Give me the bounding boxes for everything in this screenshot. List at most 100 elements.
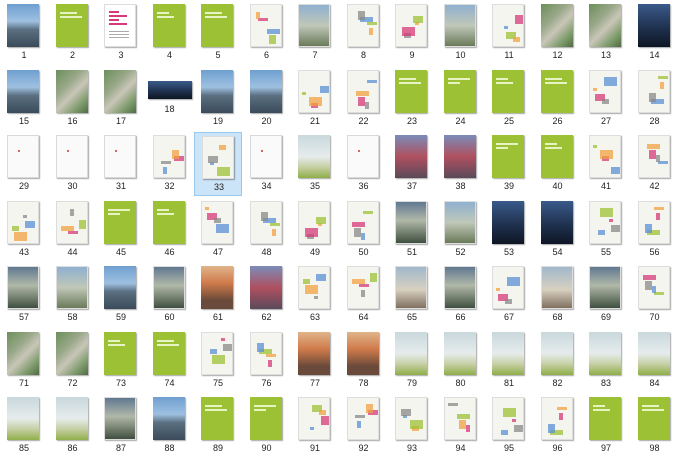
page-thumbnail[interactable]: 93 (388, 394, 436, 458)
page-thumbnail[interactable]: 91 (291, 394, 339, 458)
page-thumbnail[interactable]: 56 (631, 198, 679, 262)
page-thumbnail[interactable]: 41 (582, 132, 630, 196)
page-thumbnail[interactable]: 57 (0, 263, 48, 327)
page-thumbnail[interactable]: 76 (243, 329, 291, 393)
page-thumbnail[interactable]: 19 (194, 67, 242, 131)
page-thumbnail[interactable]: 28 (631, 67, 679, 131)
page-thumbnail[interactable]: 68 (534, 263, 582, 327)
page-thumbnail[interactable]: 60 (146, 263, 194, 327)
page-thumbnail[interactable]: 17 (97, 67, 145, 131)
page-thumbnail[interactable]: 11 (485, 1, 533, 65)
page-thumbnail[interactable]: 92 (340, 394, 388, 458)
page-thumbnail[interactable]: 61 (194, 263, 242, 327)
page-thumbnail[interactable]: 73 (97, 329, 145, 393)
page-thumbnail[interactable]: 22 (340, 67, 388, 131)
page-thumbnail[interactable]: 48 (243, 198, 291, 262)
page-thumbnail[interactable]: 64 (340, 263, 388, 327)
page-thumbnail[interactable]: 95 (485, 394, 533, 458)
page-thumbnail[interactable]: 10 (437, 1, 485, 65)
page-thumbnail[interactable]: 66 (437, 263, 485, 327)
page-thumbnail[interactable]: 1 (0, 1, 48, 65)
page-thumbnail[interactable]: 89 (194, 394, 242, 458)
page-thumbnail[interactable]: 84 (631, 329, 679, 393)
page-thumbnail[interactable]: 72 (49, 329, 97, 393)
page-thumbnail[interactable]: 90 (243, 394, 291, 458)
page-thumbnail[interactable]: 42 (631, 132, 679, 196)
page-thumbnail[interactable]: 75 (194, 329, 242, 393)
page-thumbnail[interactable]: 58 (49, 263, 97, 327)
page-thumbnail[interactable]: 65 (388, 263, 436, 327)
page-thumbnail[interactable]: 34 (243, 132, 291, 196)
page-thumbnail[interactable]: 7 (291, 1, 339, 65)
page-thumbnail[interactable]: 88 (146, 394, 194, 458)
page-thumbnail[interactable]: 26 (534, 67, 582, 131)
page-thumbnail[interactable]: 74 (146, 329, 194, 393)
page-thumbnail[interactable]: 46 (146, 198, 194, 262)
page-thumbnail[interactable]: 43 (0, 198, 48, 262)
page-thumbnail[interactable]: 39 (485, 132, 533, 196)
page-thumbnail[interactable]: 18 (146, 67, 194, 131)
page-thumbnail[interactable]: 86 (49, 394, 97, 458)
page-thumbnail[interactable]: 16 (49, 67, 97, 131)
page-thumbnail[interactable]: 67 (485, 263, 533, 327)
page-thumbnail[interactable]: 94 (437, 394, 485, 458)
page-thumbnail[interactable]: 50 (340, 198, 388, 262)
page-thumbnail[interactable]: 37 (388, 132, 436, 196)
page-thumbnail[interactable]: 96 (534, 394, 582, 458)
page-thumbnail[interactable]: 52 (437, 198, 485, 262)
page-thumbnail[interactable]: 55 (582, 198, 630, 262)
page-thumbnail[interactable]: 21 (291, 67, 339, 131)
page-thumbnail[interactable]: 29 (0, 132, 48, 196)
page-thumbnail[interactable]: 32 (146, 132, 194, 196)
page-thumbnail[interactable]: 14 (631, 1, 679, 65)
page-thumbnail[interactable]: 77 (291, 329, 339, 393)
page-number-label: 92 (358, 443, 369, 453)
page-thumbnail[interactable]: 80 (437, 329, 485, 393)
page-thumbnail[interactable]: 24 (437, 67, 485, 131)
page-thumbnail[interactable]: 49 (291, 198, 339, 262)
page-thumbnail[interactable]: 69 (582, 263, 630, 327)
page-thumbnail[interactable]: 53 (485, 198, 533, 262)
page-thumbnail[interactable]: 83 (582, 329, 630, 393)
page-thumbnail[interactable]: 25 (485, 67, 533, 131)
page-thumbnail[interactable]: 79 (388, 329, 436, 393)
page-thumbnail[interactable]: 13 (582, 1, 630, 65)
page-thumbnail[interactable]: 6 (243, 1, 291, 65)
page-thumbnail[interactable]: 82 (534, 329, 582, 393)
page-thumbnail[interactable]: 78 (340, 329, 388, 393)
page-thumbnail[interactable]: 70 (631, 263, 679, 327)
page-thumbnail[interactable]: 81 (485, 329, 533, 393)
page-thumbnail[interactable]: 45 (97, 198, 145, 262)
page-thumbnail[interactable]: 63 (291, 263, 339, 327)
page-thumbnail[interactable]: 15 (0, 67, 48, 131)
page-thumbnail[interactable]: 8 (340, 1, 388, 65)
page-thumbnail[interactable]: 87 (97, 394, 145, 458)
page-thumbnail[interactable]: 54 (534, 198, 582, 262)
page-thumbnail[interactable]: 62 (243, 263, 291, 327)
page-thumbnail[interactable]: 36 (340, 132, 388, 196)
page-thumbnail[interactable]: 2 (49, 1, 97, 65)
page-thumbnail[interactable]: 71 (0, 329, 48, 393)
page-thumbnail[interactable]: 40 (534, 132, 582, 196)
page-thumbnail[interactable]: 5 (194, 1, 242, 65)
page-thumbnail[interactable]: 98 (631, 394, 679, 458)
page-thumbnail[interactable]: 31 (97, 132, 145, 196)
page-thumbnail[interactable]: 12 (534, 1, 582, 65)
page-thumbnail[interactable]: 30 (49, 132, 97, 196)
page-thumbnail[interactable]: 3 (97, 1, 145, 65)
page-thumbnail[interactable]: 85 (0, 394, 48, 458)
page-thumbnail[interactable]: 20 (243, 67, 291, 131)
page-number-label: 45 (115, 246, 126, 257)
page-thumbnail[interactable]: 23 (388, 67, 436, 131)
page-thumbnail[interactable]: 47 (194, 198, 242, 262)
page-thumbnail[interactable]: 9 (388, 1, 436, 65)
page-thumbnail[interactable]: 51 (388, 198, 436, 262)
page-thumbnail[interactable]: 59 (97, 263, 145, 327)
page-thumbnail[interactable]: 44 (49, 198, 97, 262)
page-thumbnail[interactable]: 97 (582, 394, 630, 458)
page-thumbnail-selected[interactable]: 33 (194, 132, 242, 196)
page-thumbnail[interactable]: 27 (582, 67, 630, 131)
page-thumbnail[interactable]: 38 (437, 132, 485, 196)
page-thumbnail[interactable]: 4 (146, 1, 194, 65)
page-thumbnail[interactable]: 35 (291, 132, 339, 196)
